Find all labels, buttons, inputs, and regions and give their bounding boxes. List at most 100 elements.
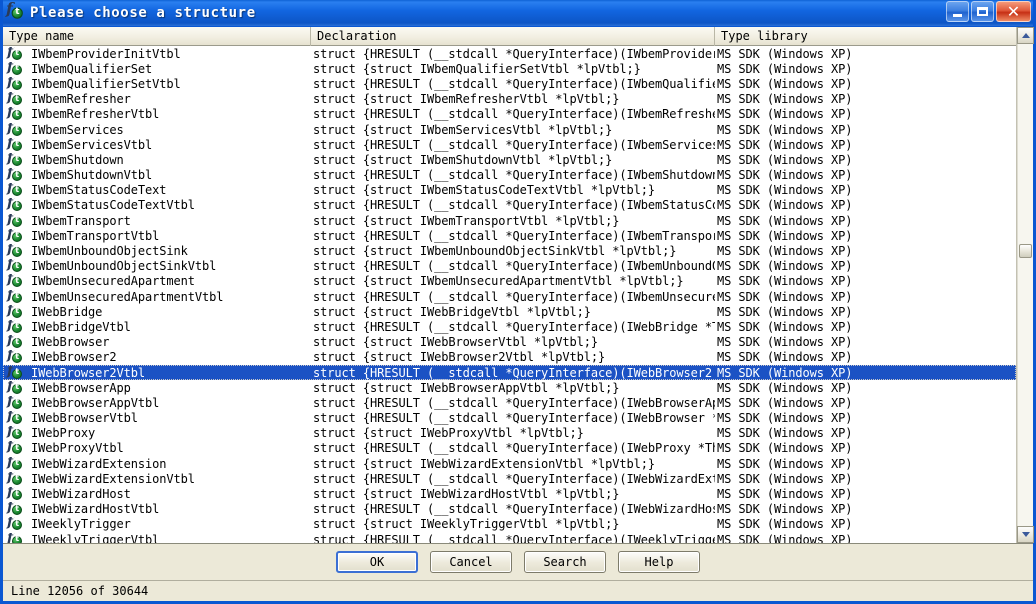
scroll-down-button[interactable] — [1017, 526, 1034, 543]
type-name-label: IWbemStatusCodeText — [31, 183, 167, 198]
close-button[interactable]: ✕ — [996, 1, 1031, 22]
cell-type-library: MS SDK (Windows XP) — [717, 46, 853, 61]
table-row[interactable]: f IWbemUnsecuredApartment struct {struct I… — [3, 274, 1016, 289]
vertical-scrollbar[interactable] — [1016, 27, 1034, 543]
table-row[interactable]: f IWbemTransportVtbl struct {HRESULT (__st… — [3, 228, 1016, 243]
table-row[interactable]: f IWebBrowser2Vtbl struct {HRESULT (__stdc… — [3, 364, 1016, 381]
maximize-button[interactable] — [971, 1, 994, 22]
table-row[interactable]: f IWebBrowserVtbl struct {HRESULT (__stdca… — [3, 411, 1016, 426]
cell-type-name: f IWbemStatusCodeTextVtbl — [3, 198, 311, 212]
type-name-label: IWebProxy — [31, 426, 96, 441]
type-name-label: IWeeklyTriggerVtbl — [31, 532, 160, 543]
column-header-row: Type name Declaration Type library — [3, 27, 1016, 46]
table-row[interactable]: f IWbemTransport struct {struct IWbemTrans… — [3, 213, 1016, 228]
close-icon: ✕ — [1006, 1, 1021, 21]
cell-type-library: MS SDK (Windows XP) — [717, 289, 853, 304]
column-header-declaration[interactable]: Declaration — [311, 27, 715, 46]
table-row[interactable]: f IWbemRefresher struct {struct IWbemRefre… — [3, 92, 1016, 107]
table-row[interactable]: f IWbemStatusCodeTextVtbl struct {HRESULT … — [3, 198, 1016, 213]
table-row[interactable]: f IWebWizardHost struct {struct IWebWizard… — [3, 486, 1016, 501]
cell-declaration: struct {HRESULT (__stdcall *QueryInterfa… — [313, 395, 715, 410]
table-row[interactable]: f IWebWizardExtension struct {struct IWebW… — [3, 456, 1016, 471]
cell-type-name: f IWebBrowser — [3, 335, 311, 349]
table-row[interactable]: f IWbemUnboundObjectSink struct {struct IW… — [3, 243, 1016, 258]
cell-declaration: struct {struct IWbemRefresherVtbl *lpVtb… — [313, 92, 620, 107]
struct-type-icon: f — [7, 290, 23, 304]
cell-declaration: struct {struct IWebBrowserAppVtbl *lpVtb… — [313, 380, 620, 395]
help-button[interactable]: Help — [618, 551, 700, 573]
struct-type-icon: f — [7, 244, 23, 258]
type-name-label: IWbemStatusCodeTextVtbl — [31, 198, 195, 213]
type-name-label: IWbemQualifierSet — [31, 61, 153, 76]
struct-type-icon: f — [7, 77, 23, 91]
table-row[interactable]: f IWebBridgeVtbl struct {HRESULT (__stdcal… — [3, 319, 1016, 334]
scroll-up-button[interactable] — [1017, 27, 1034, 44]
cell-type-name: f IWebBridge — [3, 305, 311, 319]
maximize-icon — [977, 7, 988, 16]
table-row[interactable]: f IWebBrowser2 struct {struct IWebBrowser2… — [3, 350, 1016, 365]
table-row[interactable]: f IWeeklyTrigger struct {struct IWeeklyTri… — [3, 517, 1016, 532]
cell-declaration: struct {struct IWbemShutdownVtbl *lpVtbl… — [313, 152, 613, 167]
scrollbar-thumb[interactable] — [1019, 244, 1032, 258]
cell-type-name: f IWebWizardHost — [3, 487, 311, 501]
table-row[interactable]: f IWbemServicesVtbl struct {HRESULT (__std… — [3, 137, 1016, 152]
struct-type-icon: f — [7, 502, 23, 516]
cell-type-name: f IWeeklyTriggerVtbl — [3, 533, 311, 543]
table-row[interactable]: f IWbemUnsecuredApartmentVtbl struct {HRES… — [3, 289, 1016, 304]
table-row[interactable]: f IWebBrowserAppVtbl struct {HRESULT (__st… — [3, 395, 1016, 410]
table-row[interactable]: f IWebWizardExtensionVtbl struct {HRESULT … — [3, 471, 1016, 486]
table-row[interactable]: f IWbemShutdownVtbl struct {HRESULT (__std… — [3, 168, 1016, 183]
type-name-label: IWebBrowser2 — [31, 350, 117, 365]
table-row[interactable]: f IWebBridge struct {struct IWebBridgeVtbl… — [3, 304, 1016, 319]
cell-declaration: struct {struct IWeeklyTriggerVtbl *lpVtb… — [313, 517, 620, 532]
type-name-label: IWbemServicesVtbl — [31, 137, 153, 152]
table-row[interactable]: f IWbemUnboundObjectSinkVtbl struct {HRESU… — [3, 259, 1016, 274]
cell-type-library: MS SDK (Windows XP) — [717, 395, 853, 410]
column-header-type-library[interactable]: Type library — [715, 27, 1016, 46]
type-name-label: IWbemQualifierSetVtbl — [31, 76, 181, 91]
struct-type-icon: f — [7, 411, 23, 425]
struct-type-icon: f — [7, 320, 23, 334]
cell-type-library: MS SDK (Windows XP) — [717, 426, 853, 441]
cell-type-name: f IWbemUnsecuredApartment — [3, 274, 311, 288]
cell-type-name: f IWbemRefresherVtbl — [3, 107, 311, 121]
struct-type-icon: f — [7, 183, 23, 197]
cell-type-library: MS SDK (Windows XP) — [717, 456, 853, 471]
search-button[interactable]: Search — [524, 551, 606, 573]
table-row[interactable]: f IWebBrowserApp struct {struct IWebBrowse… — [3, 380, 1016, 395]
cell-type-library: MS SDK (Windows XP) — [717, 183, 853, 198]
cell-type-library: MS SDK (Windows XP) — [717, 350, 853, 365]
struct-type-icon: f — [7, 274, 23, 288]
minimize-button[interactable] — [946, 1, 969, 22]
scrollbar-track[interactable] — [1017, 44, 1033, 526]
table-row[interactable]: f IWbemServices struct {struct IWbemServic… — [3, 122, 1016, 137]
chevron-down-icon — [1021, 532, 1030, 537]
cell-type-library: MS SDK (Windows XP) — [717, 244, 853, 259]
table-row[interactable]: f IWebProxy struct {struct IWebProxyVtbl *… — [3, 426, 1016, 441]
cell-type-name: f IWbemServices — [3, 123, 311, 137]
column-header-type-name[interactable]: Type name — [3, 27, 311, 46]
table-row[interactable]: f IWbemShutdown struct {struct IWbemShutdo… — [3, 152, 1016, 167]
cell-type-library: MS SDK (Windows XP) — [717, 228, 853, 243]
type-name-label: IWbemTransport — [31, 213, 131, 228]
struct-type-icon: f — [7, 92, 23, 106]
cell-type-name: f IWbemTransportVtbl — [3, 229, 311, 243]
table-row[interactable]: f IWbemProviderInitVtbl struct {HRESULT (_… — [3, 46, 1016, 61]
cell-declaration: struct {struct IWebBrowser2Vtbl *lpVtbl;… — [313, 350, 606, 365]
table-row[interactable]: f IWbemQualifierSet struct {struct IWbemQu… — [3, 61, 1016, 76]
table-row[interactable]: f IWbemQualifierSetVtbl struct {HRESULT (_… — [3, 76, 1016, 91]
table-row[interactable]: f IWebBrowser struct {struct IWebBrowserVt… — [3, 335, 1016, 350]
table-row[interactable]: f IWbemStatusCodeText struct {struct IWbem… — [3, 183, 1016, 198]
cell-type-name: f IWebProxy — [3, 426, 311, 440]
type-name-label: IWebBridge — [31, 304, 103, 319]
table-row[interactable]: f IWebProxyVtbl struct {HRESULT (__stdcall… — [3, 441, 1016, 456]
title-bar[interactable]: f Please choose a structure ✕ — [3, 0, 1033, 27]
ok-button[interactable]: OK — [336, 551, 418, 573]
table-row[interactable]: f IWebWizardHostVtbl struct {HRESULT (__st… — [3, 502, 1016, 517]
cancel-button[interactable]: Cancel — [430, 551, 512, 573]
table-row[interactable]: f IWbemRefresherVtbl struct {HRESULT (__st… — [3, 107, 1016, 122]
cell-type-name: f IWeeklyTrigger — [3, 517, 311, 531]
table-row[interactable]: f IWeeklyTriggerVtbl struct {HRESULT (__st… — [3, 532, 1016, 543]
cell-declaration: struct {HRESULT (__stdcall *QueryInterfa… — [313, 46, 715, 61]
structure-list-panel: Type name Declaration Type library f IWbe… — [3, 27, 1034, 544]
